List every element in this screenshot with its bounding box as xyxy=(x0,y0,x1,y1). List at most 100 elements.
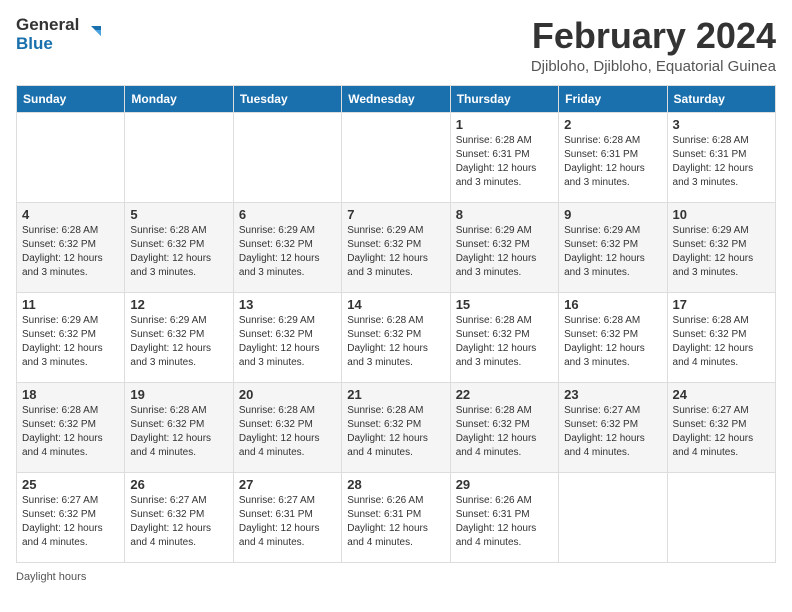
calendar-cell: 11Sunrise: 6:29 AMSunset: 6:32 PMDayligh… xyxy=(17,292,125,382)
logo-text: General Blue xyxy=(16,16,79,53)
calendar-cell xyxy=(233,112,341,202)
day-number: 24 xyxy=(673,387,770,402)
title-area: February 2024 Djibloho, Djibloho, Equato… xyxy=(531,16,776,75)
day-number: 21 xyxy=(347,387,444,402)
calendar-cell: 15 Sunrise: 6:28 AMSunset: 6:32 PMDayligh… xyxy=(450,292,558,382)
calendar-week-4: 18 Sunrise: 6:28 AMSunset: 6:32 PMDayligh… xyxy=(17,382,776,472)
calendar-cell: 10Sunrise: 6:29 AMSunset: 6:32 PMDayligh… xyxy=(667,202,775,292)
day-number: 25 xyxy=(22,477,119,492)
calendar-cell: 28 Sunrise: 6:26 AMSunset: 6:31 PMDayligh… xyxy=(342,472,450,562)
day-number: 7 xyxy=(347,207,444,222)
day-number: 26 xyxy=(130,477,227,492)
calendar-cell: 4 Sunrise: 6:28 AMSunset: 6:32 PMDaylight… xyxy=(17,202,125,292)
calendar-cell: 12 Sunrise: 6:29 AMSunset: 6:32 PMDayligh… xyxy=(125,292,233,382)
page-header: General Blue February 2024 Djibloho, Dji… xyxy=(16,16,776,75)
calendar-cell: 8 Sunrise: 6:29 AMSunset: 6:32 PMDaylight… xyxy=(450,202,558,292)
weekday-header-row: SundayMondayTuesdayWednesdayThursdayFrid… xyxy=(17,85,776,112)
day-number: 22 xyxy=(456,387,553,402)
calendar-cell: 21Sunrise: 6:28 AMSunset: 6:32 PMDayligh… xyxy=(342,382,450,472)
logo-chevron-icon xyxy=(83,24,105,46)
calendar-cell: 7 Sunrise: 6:29 AMSunset: 6:32 PMDaylight… xyxy=(342,202,450,292)
day-info: Sunrise: 6:26 AMSunset: 6:31 PMDaylight:… xyxy=(456,494,553,550)
day-info: Sunrise: 6:29 AMSunset: 6:32 PMDaylight:… xyxy=(130,314,227,370)
location-title: Djibloho, Djibloho, Equatorial Guinea xyxy=(531,58,776,75)
weekday-header-friday: Friday xyxy=(559,85,667,112)
calendar-cell: 24 Sunrise: 6:27 AMSunset: 6:32 PMDayligh… xyxy=(667,382,775,472)
weekday-header-tuesday: Tuesday xyxy=(233,85,341,112)
calendar-cell xyxy=(559,472,667,562)
calendar-cell: 25 Sunrise: 6:27 AMSunset: 6:32 PMDayligh… xyxy=(17,472,125,562)
calendar-cell: 14 Sunrise: 6:28 AMSunset: 6:32 PMDayligh… xyxy=(342,292,450,382)
day-info: Sunrise: 6:29 AMSunset: 6:32 PMDaylight:… xyxy=(673,224,770,280)
day-info: Sunrise: 6:27 AMSunset: 6:31 PMDaylight:… xyxy=(239,494,336,550)
calendar-cell: 5Sunrise: 6:28 AMSunset: 6:32 PMDaylight… xyxy=(125,202,233,292)
calendar-cell: 20 Sunrise: 6:28 AMSunset: 6:32 PMDayligh… xyxy=(233,382,341,472)
day-info: Sunrise: 6:28 AMSunset: 6:32 PMDaylight:… xyxy=(673,314,770,370)
day-info: Sunrise: 6:28 AMSunset: 6:32 PMDaylight:… xyxy=(239,404,336,460)
weekday-header-sunday: Sunday xyxy=(17,85,125,112)
day-number: 19 xyxy=(130,387,227,402)
day-info: Sunrise: 6:29 AMSunset: 6:32 PMDaylight:… xyxy=(564,224,661,280)
day-number: 28 xyxy=(347,477,444,492)
day-info: Sunrise: 6:28 AMSunset: 6:32 PMDaylight:… xyxy=(130,404,227,460)
day-info: Sunrise: 6:29 AMSunset: 6:32 PMDaylight:… xyxy=(239,314,336,370)
calendar-cell: 16 Sunrise: 6:28 AMSunset: 6:32 PMDayligh… xyxy=(559,292,667,382)
weekday-header-monday: Monday xyxy=(125,85,233,112)
calendar-cell: 13Sunrise: 6:29 AMSunset: 6:32 PMDayligh… xyxy=(233,292,341,382)
calendar-cell: 22 Sunrise: 6:28 AMSunset: 6:32 PMDayligh… xyxy=(450,382,558,472)
day-number: 14 xyxy=(347,297,444,312)
day-number: 18 xyxy=(22,387,119,402)
day-info: Sunrise: 6:28 AMSunset: 6:32 PMDaylight:… xyxy=(22,404,119,460)
day-number: 6 xyxy=(239,207,336,222)
day-number: 29 xyxy=(456,477,553,492)
day-info: Sunrise: 6:28 AMSunset: 6:32 PMDaylight:… xyxy=(456,404,553,460)
day-number: 2 xyxy=(564,117,661,132)
calendar-cell: 26 Sunrise: 6:27 AMSunset: 6:32 PMDayligh… xyxy=(125,472,233,562)
calendar-cell: 19 Sunrise: 6:28 AMSunset: 6:32 PMDayligh… xyxy=(125,382,233,472)
calendar-cell: 1 Sunrise: 6:28 AMSunset: 6:31 PMDaylight… xyxy=(450,112,558,202)
calendar-cell: 27 Sunrise: 6:27 AMSunset: 6:31 PMDayligh… xyxy=(233,472,341,562)
day-number: 27 xyxy=(239,477,336,492)
day-number: 23 xyxy=(564,387,661,402)
calendar-cell: 17 Sunrise: 6:28 AMSunset: 6:32 PMDayligh… xyxy=(667,292,775,382)
day-info: Sunrise: 6:28 AMSunset: 6:31 PMDaylight:… xyxy=(673,134,770,190)
day-info: Sunrise: 6:28 AMSunset: 6:31 PMDaylight:… xyxy=(456,134,553,190)
logo: General Blue xyxy=(16,16,105,53)
day-info: Sunrise: 6:29 AMSunset: 6:32 PMDaylight:… xyxy=(347,224,444,280)
day-info: Sunrise: 6:29 AMSunset: 6:32 PMDaylight:… xyxy=(22,314,119,370)
day-info: Sunrise: 6:28 AMSunset: 6:32 PMDaylight:… xyxy=(347,314,444,370)
day-number: 3 xyxy=(673,117,770,132)
day-number: 17 xyxy=(673,297,770,312)
day-number: 12 xyxy=(130,297,227,312)
day-number: 5 xyxy=(130,207,227,222)
day-info: Sunrise: 6:28 AMSunset: 6:31 PMDaylight:… xyxy=(564,134,661,190)
day-info: Sunrise: 6:27 AMSunset: 6:32 PMDaylight:… xyxy=(130,494,227,550)
calendar-cell: 23 Sunrise: 6:27 AMSunset: 6:32 PMDayligh… xyxy=(559,382,667,472)
calendar-cell: 9Sunrise: 6:29 AMSunset: 6:32 PMDaylight… xyxy=(559,202,667,292)
calendar-cell: 6 Sunrise: 6:29 AMSunset: 6:32 PMDaylight… xyxy=(233,202,341,292)
day-info: Sunrise: 6:27 AMSunset: 6:32 PMDaylight:… xyxy=(673,404,770,460)
day-number: 15 xyxy=(456,297,553,312)
day-info: Sunrise: 6:27 AMSunset: 6:32 PMDaylight:… xyxy=(564,404,661,460)
day-info: Sunrise: 6:28 AMSunset: 6:32 PMDaylight:… xyxy=(22,224,119,280)
calendar-week-2: 4 Sunrise: 6:28 AMSunset: 6:32 PMDaylight… xyxy=(17,202,776,292)
day-number: 20 xyxy=(239,387,336,402)
day-number: 1 xyxy=(456,117,553,132)
day-info: Sunrise: 6:27 AMSunset: 6:32 PMDaylight:… xyxy=(22,494,119,550)
day-info: Sunrise: 6:29 AMSunset: 6:32 PMDaylight:… xyxy=(239,224,336,280)
calendar-week-3: 11Sunrise: 6:29 AMSunset: 6:32 PMDayligh… xyxy=(17,292,776,382)
day-number: 8 xyxy=(456,207,553,222)
day-info: Sunrise: 6:28 AMSunset: 6:32 PMDaylight:… xyxy=(456,314,553,370)
day-info: Sunrise: 6:28 AMSunset: 6:32 PMDaylight:… xyxy=(564,314,661,370)
calendar-week-1: 1 Sunrise: 6:28 AMSunset: 6:31 PMDaylight… xyxy=(17,112,776,202)
day-info: Sunrise: 6:29 AMSunset: 6:32 PMDaylight:… xyxy=(456,224,553,280)
day-number: 16 xyxy=(564,297,661,312)
calendar-cell: 29 Sunrise: 6:26 AMSunset: 6:31 PMDayligh… xyxy=(450,472,558,562)
weekday-header-wednesday: Wednesday xyxy=(342,85,450,112)
day-info: Sunrise: 6:26 AMSunset: 6:31 PMDaylight:… xyxy=(347,494,444,550)
month-title: February 2024 xyxy=(531,16,776,56)
calendar-cell: 18 Sunrise: 6:28 AMSunset: 6:32 PMDayligh… xyxy=(17,382,125,472)
calendar-table: SundayMondayTuesdayWednesdayThursdayFrid… xyxy=(16,85,776,563)
calendar-cell xyxy=(342,112,450,202)
day-number: 4 xyxy=(22,207,119,222)
